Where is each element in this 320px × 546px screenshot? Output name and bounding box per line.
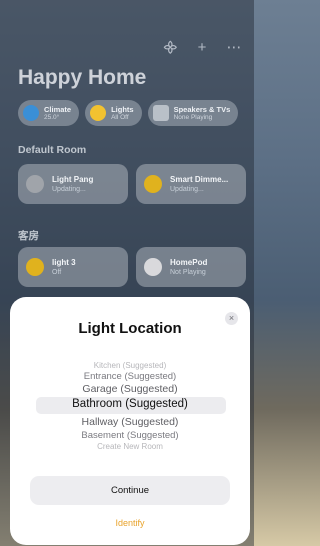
lightbulb-icon [90, 105, 107, 121]
lightbulb-icon [26, 258, 44, 276]
chip-label: Speakers & TVs [173, 104, 231, 114]
chip-label: Climate [44, 104, 72, 114]
home-title: Happy Home [18, 66, 147, 89]
section-default-room[interactable]: Default Room [18, 144, 86, 156]
sheet-title: Light Location [78, 320, 182, 337]
climate-icon [23, 105, 39, 121]
tile-status: Not Playing [170, 268, 206, 276]
tile-status: Updating... [52, 185, 86, 193]
tile-name: HomePod [170, 257, 208, 267]
identify-button[interactable]: Identify [10, 518, 250, 528]
plus-icon[interactable]: + [194, 40, 210, 56]
tile-status: Off [52, 268, 62, 276]
light-location-sheet: Light Location × Kitchen (Suggested) Ent… [10, 297, 250, 545]
more-icon[interactable]: ⋯ [226, 40, 242, 56]
tile-homepod[interactable]: HomePod Not Playing [136, 247, 246, 287]
section-room2[interactable]: 客房 [18, 228, 39, 243]
chip-climate[interactable]: Climate 25.0° [18, 100, 80, 126]
tile-name: Light Pang [52, 174, 94, 184]
tile-light-pang[interactable]: Light Pang Updating... [18, 164, 128, 204]
toolbar: ᯽ + ⋯ [162, 40, 242, 56]
picker-option[interactable]: Garage (Suggested) [10, 383, 250, 395]
waveform-icon[interactable]: ᯽ [162, 40, 179, 56]
tile-smart-dimmer[interactable]: Smart Dimme... Updating... [136, 164, 246, 204]
tile-light-3[interactable]: light 3 Off [18, 247, 128, 287]
picker-option[interactable]: Kitchen (Suggested) [10, 361, 250, 370]
close-icon[interactable]: × [225, 312, 238, 325]
picker-option-selected[interactable]: Bathroom (Suggested) [10, 398, 250, 410]
tv-icon [152, 105, 169, 121]
chip-status: None Playing [173, 113, 213, 121]
chip-status: All Off [111, 113, 129, 121]
tile-name: light 3 [52, 257, 76, 267]
lightbulb-icon [144, 175, 162, 193]
picker-option[interactable]: Hallway (Suggested) [10, 416, 250, 428]
tile-name: Smart Dimme... [170, 174, 229, 184]
continue-button[interactable]: Continue [30, 476, 230, 505]
chip-lights[interactable]: Lights All Off [85, 100, 142, 126]
lightbulb-icon [26, 175, 44, 193]
chip-speakers[interactable]: Speakers & TVs None Playing [147, 100, 239, 126]
homepod-icon [144, 258, 162, 276]
status-chips: Climate 25.0° Lights All Off Speakers & TV… [18, 100, 239, 126]
picker-option[interactable]: Basement (Suggested) [10, 430, 250, 441]
picker-option[interactable]: Create New Room [10, 442, 250, 451]
tile-status: Updating... [170, 185, 204, 193]
chip-label: Lights [111, 104, 134, 114]
picker-option[interactable]: Entrance (Suggested) [10, 371, 250, 382]
chip-status: 25.0° [44, 113, 60, 121]
room-picker[interactable]: Kitchen (Suggested) Entrance (Suggested)… [10, 361, 250, 455]
